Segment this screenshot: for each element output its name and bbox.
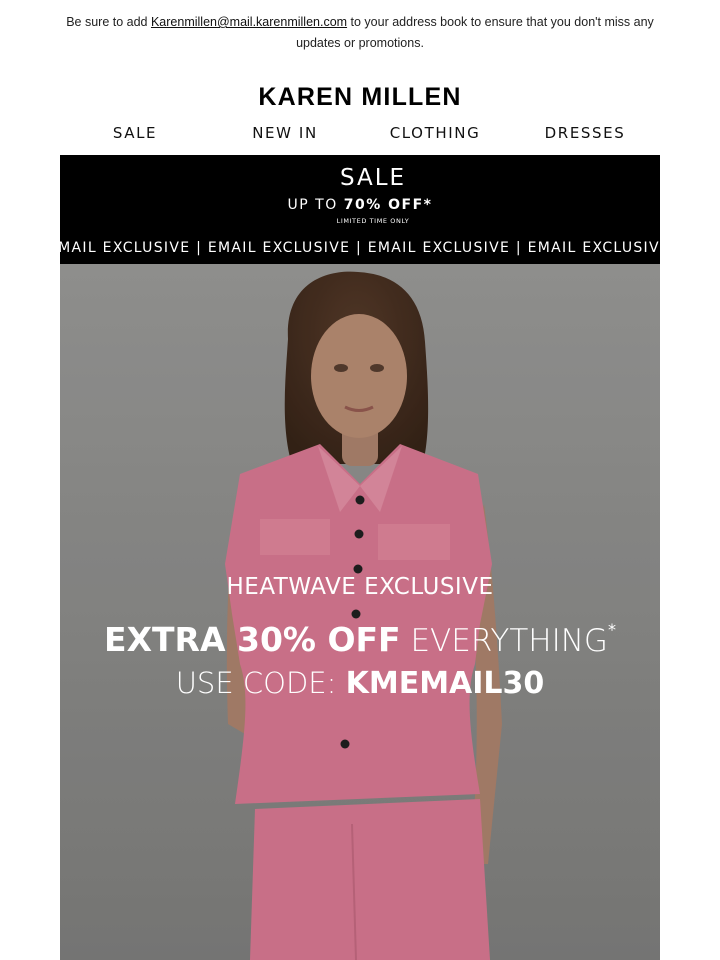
- hero-model-image: [60, 264, 660, 960]
- top-nav: SALE NEW IN CLOTHING DRESSES: [60, 121, 660, 147]
- sale-banner-subtitle: UP TO 70% OFF*: [60, 197, 660, 213]
- sale-banner[interactable]: SALE UP TO 70% OFF* LIMITED TIME ONLY EM…: [60, 155, 660, 264]
- hero-code-value: KMEMAIL30: [345, 666, 545, 701]
- hero-banner[interactable]: HEATWAVE EXCLUSIVE EXTRA 30% OFF EVERYTH…: [60, 264, 660, 960]
- sale-banner-discount: 70% OFF*: [343, 197, 433, 213]
- email-exclusive-ticker: EMAIL EXCLUSIVE | EMAIL EXCLUSIVE | EMAI…: [60, 240, 660, 256]
- hero-offer: EXTRA 30% OFF EVERYTHING*: [60, 620, 660, 659]
- hero-offer-asterisk: *: [607, 620, 616, 639]
- preheader-text: Be sure to add Karenmillen@mail.karenmil…: [60, 12, 660, 54]
- sale-banner-title: SALE: [339, 165, 407, 191]
- preheader-before: Be sure to add: [66, 15, 151, 29]
- hero-promo-code: USE CODE: KMEMAIL30: [60, 666, 660, 701]
- hero-code-prefix: USE CODE:: [175, 666, 346, 700]
- sale-banner-small-print: LIMITED TIME ONLY: [336, 217, 410, 225]
- preheader-after: to your address book to ensure that you …: [296, 15, 654, 50]
- hero-offer-thin: EVERYTHING: [400, 623, 608, 659]
- sale-banner-subtitle-prefix: UP TO: [287, 197, 344, 213]
- preheader-email-link[interactable]: Karenmillen@mail.karenmillen.com: [151, 15, 347, 29]
- nav-item-sale[interactable]: SALE: [60, 121, 210, 147]
- nav-item-dresses[interactable]: DRESSES: [510, 121, 660, 147]
- hero-offer-bold: EXTRA 30% OFF: [104, 620, 401, 659]
- brand-logo[interactable]: KAREN MILLEN: [0, 83, 720, 112]
- nav-item-clothing[interactable]: CLOTHING: [360, 121, 510, 147]
- nav-item-new-in[interactable]: NEW IN: [210, 121, 360, 147]
- hero-kicker: HEATWAVE EXCLUSIVE: [226, 574, 494, 600]
